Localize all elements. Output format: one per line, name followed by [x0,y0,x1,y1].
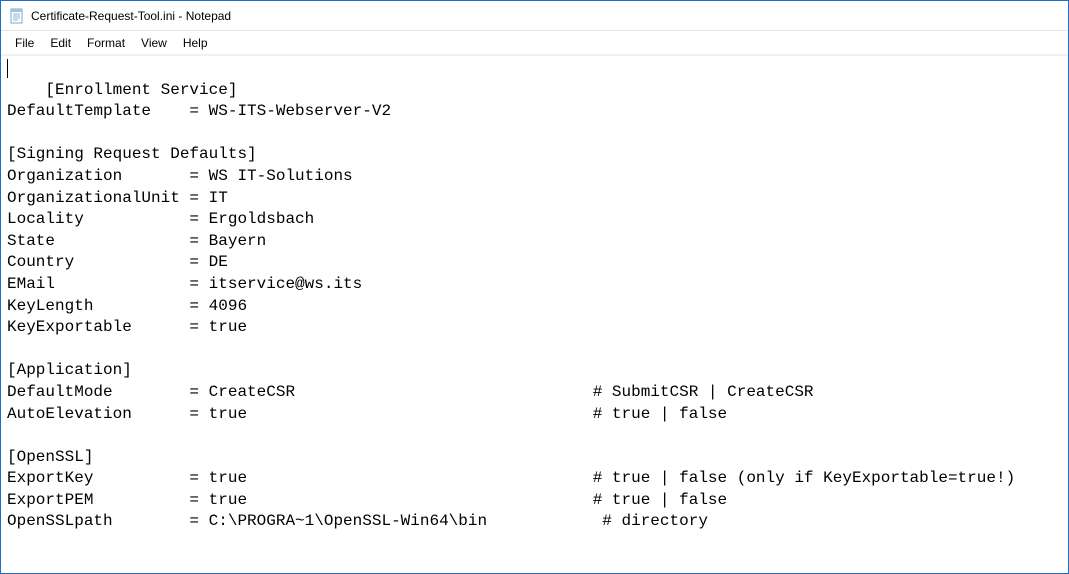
menubar: File Edit Format View Help [1,31,1068,55]
menu-help[interactable]: Help [175,34,216,52]
menu-edit[interactable]: Edit [42,34,79,52]
notepad-icon [9,8,25,24]
menu-format[interactable]: Format [79,34,133,52]
notepad-window: Certificate-Request-Tool.ini - Notepad F… [0,0,1069,574]
menu-view[interactable]: View [133,34,175,52]
text-caret [7,59,8,78]
titlebar[interactable]: Certificate-Request-Tool.ini - Notepad [1,1,1068,31]
menu-file[interactable]: File [7,34,42,52]
window-title: Certificate-Request-Tool.ini - Notepad [31,9,231,23]
editor-content: [Enrollment Service] DefaultTemplate = W… [7,81,1015,531]
text-editor[interactable]: [Enrollment Service] DefaultTemplate = W… [1,55,1068,573]
